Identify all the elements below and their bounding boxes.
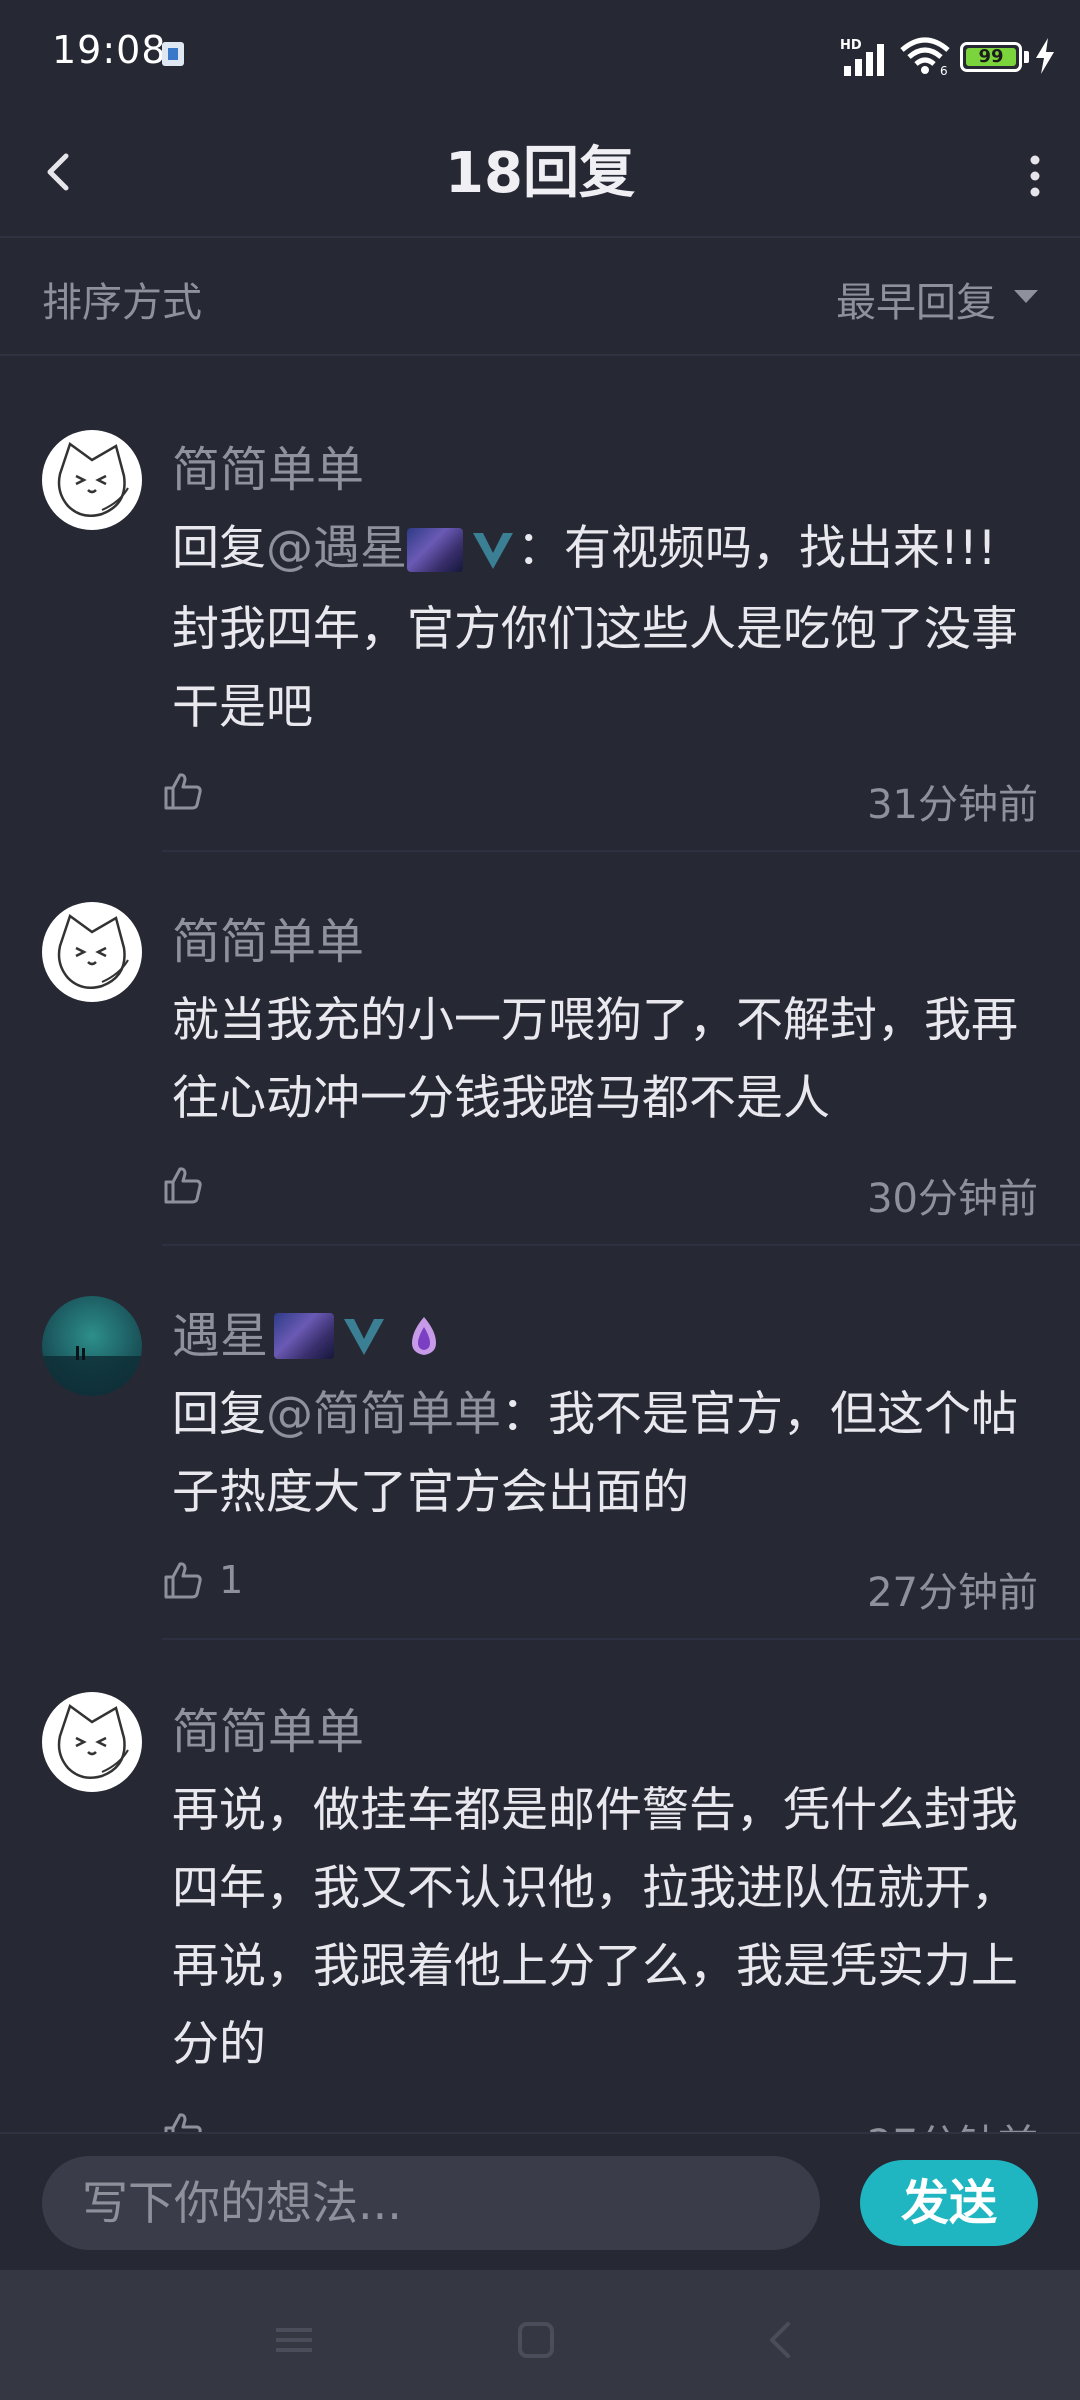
mention-link[interactable]: @遇星: [266, 521, 407, 576]
comment-body: 就当我充的小一万喂狗了，不解封，我再往心动冲一分钱我踏马都不是人: [172, 993, 1018, 1126]
charging-bolt-icon: [1036, 38, 1054, 74]
header-divider: [0, 236, 1080, 238]
home-nav-button[interactable]: [506, 2310, 566, 2370]
comment-divider: [162, 1638, 1080, 1640]
mention-link[interactable]: @简简单单: [266, 1387, 501, 1442]
thumbs-up-icon: [164, 1167, 202, 1204]
comment-username[interactable]: 简简单单: [172, 902, 364, 972]
verified-v-icon: [344, 1319, 385, 1355]
comment-body: 回复@遇星 ：有视频吗，找出来!!! 封我四年，官方你们这些人是吃饱了没事干是吧: [172, 510, 1022, 747]
comment-username[interactable]: 简简单单: [172, 1692, 364, 1762]
more-options-button[interactable]: [1010, 134, 1060, 214]
mention-badges: [407, 509, 517, 587]
reply-prefix: 回复: [172, 521, 266, 576]
comment-timestamp: 27分钟前: [867, 1570, 1038, 1616]
like-button[interactable]: [162, 770, 219, 826]
galaxy-badge-icon: [274, 1313, 335, 1359]
vertical-dots-icon: [1030, 155, 1040, 197]
status-bar: 19:08 HD 6 99: [0, 0, 1080, 110]
thumbs-up-icon: [164, 773, 202, 810]
user-badges: [274, 1305, 446, 1361]
rank-badge-icon: [412, 1317, 437, 1355]
sort-row: 排序方式 最早回复: [0, 240, 1080, 354]
thumbs-up-icon: [164, 1562, 202, 1599]
avatar[interactable]: [42, 902, 142, 1002]
battery-icon: 99: [960, 42, 1022, 72]
comment-body: 再说，做挂车都是邮件警告，凭什么封我四年，我又不认识他，拉我进队伍就开，再说，我…: [172, 1783, 1018, 2072]
reply-prefix: 回复: [172, 1387, 266, 1442]
like-button[interactable]: 1: [162, 1558, 243, 1614]
scenery-avatar-icon: [42, 1346, 142, 1396]
cellular-signal-icon: [844, 44, 884, 76]
comment-timestamp: 30分钟前: [867, 1176, 1038, 1222]
comment-timestamp: 31分钟前: [867, 782, 1038, 828]
comment-username[interactable]: 遇星: [172, 1296, 446, 1367]
cat-avatar-icon: [57, 913, 129, 989]
sort-label: 排序方式: [42, 280, 202, 326]
reply-bar: 发送: [0, 2132, 1080, 2272]
screen: 19:08 HD 6 99 18回复 排序方式 最早回复 简简单单 回复@遇星 …: [0, 0, 1080, 2400]
galaxy-badge-icon: [407, 528, 463, 572]
comment-body: 回复@简简单单：我不是官方，但这个帖子热度大了官方会出面的: [172, 1376, 1022, 1532]
avatar[interactable]: [42, 1692, 142, 1792]
menu-lines-icon: [276, 2328, 312, 2352]
like-button[interactable]: [162, 1164, 219, 1220]
notification-app-icon: [162, 42, 184, 66]
battery-level: 99: [966, 48, 1016, 66]
avatar[interactable]: [42, 1296, 142, 1396]
battery-cap: [1024, 51, 1029, 63]
verified-v-icon: [473, 533, 513, 569]
header: 18回复: [0, 110, 1080, 238]
cat-avatar-icon: [57, 441, 129, 517]
page-title: 18回复: [445, 141, 635, 206]
system-nav-bar: [0, 2270, 1080, 2400]
sort-selected-value: 最早回复: [836, 280, 996, 326]
home-square-icon: [518, 2322, 554, 2358]
back-nav-button[interactable]: [752, 2310, 812, 2370]
caret-down-icon: [1014, 290, 1038, 303]
sort-dropdown[interactable]: 最早回复: [836, 270, 1038, 328]
reply-input[interactable]: [42, 2156, 820, 2250]
wifi-icon: 6: [900, 37, 950, 76]
comment-divider: [162, 850, 1080, 852]
svg-text:6: 6: [940, 64, 948, 76]
username-text: 遇星: [172, 1308, 269, 1364]
like-count: 1: [219, 1558, 244, 1602]
sort-divider: [0, 354, 1080, 356]
comment-divider: [162, 1244, 1080, 1246]
comment-username[interactable]: 简简单单: [172, 430, 364, 500]
send-button[interactable]: 发送: [860, 2160, 1038, 2246]
cat-avatar-icon: [57, 1703, 129, 1779]
avatar[interactable]: [42, 430, 142, 530]
status-time: 19:08: [52, 28, 167, 72]
back-triangle-icon: [770, 2322, 790, 2358]
menu-nav-button[interactable]: [264, 2310, 324, 2370]
